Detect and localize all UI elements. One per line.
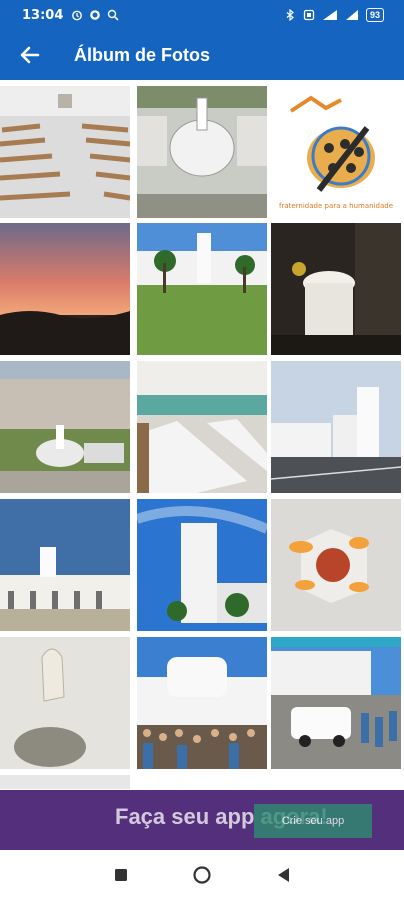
photo-altar-candle-dark[interactable] [271, 223, 401, 355]
arrow-left-icon [20, 46, 40, 64]
alarm-icon [72, 10, 83, 21]
photo-car-crowd-event[interactable] [271, 637, 401, 769]
system-nav-bar [0, 850, 404, 900]
photo-church-interior-pews[interactable] [0, 86, 130, 218]
photo-partial[interactable] [0, 775, 130, 789]
battery-icon: 93 [365, 8, 384, 22]
photo-sunset-sky[interactable] [0, 223, 130, 355]
photo-white-sculpture[interactable] [0, 637, 130, 769]
photo-church-building-blue-sky[interactable] [0, 499, 130, 631]
photo-outdoor-mass-crowd[interactable] [137, 637, 267, 769]
recents-button[interactable] [101, 855, 141, 895]
signal-icon [345, 10, 358, 20]
logo-caption: fraternidade para a humanidade [279, 202, 393, 210]
status-time: 13:04 [22, 7, 64, 23]
square-icon [114, 869, 127, 881]
bluetooth-icon [286, 9, 294, 21]
whatsapp-icon [90, 10, 101, 20]
photo-church-lawn-trees[interactable] [137, 223, 267, 355]
back-nav-button[interactable] [263, 855, 303, 895]
triangle-back-icon [278, 868, 290, 882]
home-button[interactable] [182, 855, 222, 895]
data-saver-icon [108, 9, 119, 21]
app-bar: Álbum de Fotos [0, 30, 404, 80]
photo-town-aerial-view[interactable] [0, 361, 130, 493]
nfc-icon [303, 9, 315, 21]
ad-banner[interactable]: Faça seu app agora! Crie seu app [0, 790, 404, 850]
photo-lit-wall-fixture[interactable] [271, 499, 401, 631]
circle-home-icon [193, 866, 211, 884]
photo-bell-tower-trees[interactable] [137, 499, 267, 631]
back-button[interactable] [12, 37, 48, 73]
photo-church-aerial-view[interactable] [137, 86, 267, 218]
volte-signal-icon [322, 10, 337, 20]
status-bar: 13:04 93 [0, 0, 404, 30]
photo-church-street-view[interactable] [271, 361, 401, 493]
create-app-button[interactable]: Crie seu app [254, 804, 372, 838]
photo-parish-logo[interactable]: fraternidade para a humanidade [271, 86, 401, 218]
page-title: Álbum de Fotos [74, 44, 210, 65]
photo-dining-hall-tables[interactable] [137, 361, 267, 493]
